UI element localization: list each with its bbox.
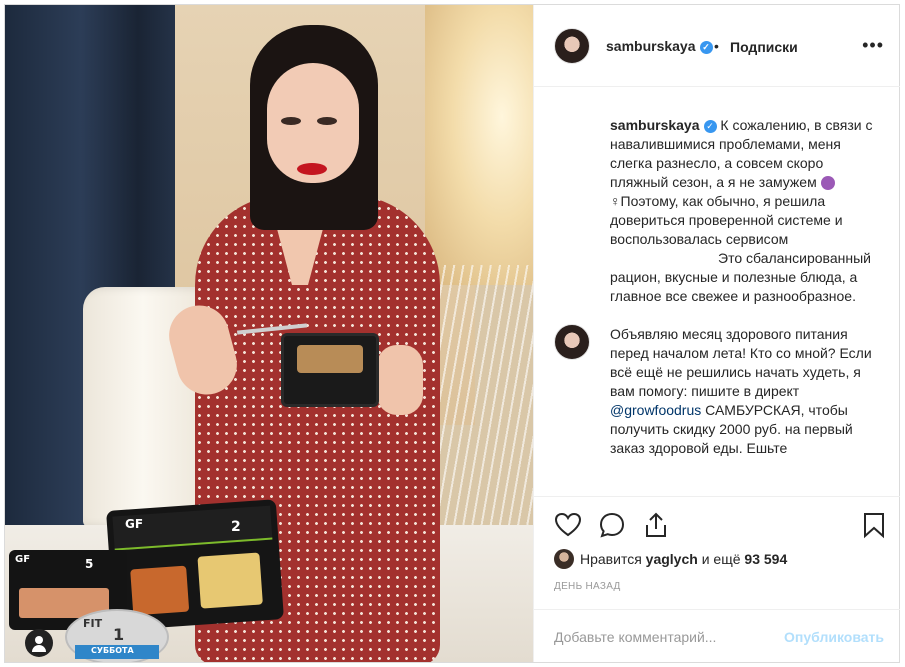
caption-text: Объявляю месяц здорового питания перед н… xyxy=(610,326,872,399)
liker-username[interactable]: yaglych xyxy=(646,551,698,567)
meal-item xyxy=(130,565,190,616)
username-text[interactable]: samburskaya xyxy=(606,38,696,54)
mention-link[interactable]: @growfoodrus xyxy=(610,402,701,418)
cup-brand: FIT xyxy=(83,617,103,630)
cup-number: 1 xyxy=(113,625,125,644)
brand-logo: GF xyxy=(125,517,144,531)
lamp-shade xyxy=(425,5,533,285)
box-number: 5 xyxy=(85,557,94,571)
post-photo[interactable]: GF 2 GF 5 FIT 1 СУББОТА xyxy=(5,5,533,662)
share-icon[interactable] xyxy=(642,511,670,539)
right-arm xyxy=(377,345,423,415)
liker-avatar xyxy=(554,549,574,569)
left-eye xyxy=(281,117,301,125)
post-sidebar: samburskaya ✓ • Подписки ••• samburskaya ✓… xyxy=(533,5,900,662)
verified-badge-icon: ✓ xyxy=(699,40,713,54)
comments-section[interactable]: samburskaya ✓ К сожалению, в связи с нава… xyxy=(534,88,900,496)
caption-username[interactable]: samburskaya xyxy=(610,117,700,133)
following-button[interactable]: Подписки xyxy=(730,39,798,55)
publish-button[interactable]: Опубликовать xyxy=(784,629,884,645)
post-caption: samburskaya ✓ К сожалению, в связи с нава… xyxy=(610,116,882,477)
user-tag-body xyxy=(32,645,46,652)
likes-summary[interactable]: Нравится yaglych и ещё 93 594 xyxy=(554,548,787,570)
cup-day: СУББОТА xyxy=(91,646,134,655)
username-link[interactable]: samburskaya ✓ xyxy=(606,38,713,54)
action-bar xyxy=(534,496,900,556)
right-eye xyxy=(317,117,337,125)
likes-prefix: Нравится xyxy=(580,551,642,567)
add-comment-form: Опубликовать xyxy=(534,609,900,662)
lamp-base xyxy=(435,265,533,535)
bookmark-icon[interactable] xyxy=(860,511,888,539)
post-container: GF 2 GF 5 FIT 1 СУББОТА samburskaya ✓ • П… xyxy=(4,4,900,663)
box-number: 2 xyxy=(231,519,241,535)
brand-logo: GF xyxy=(15,554,31,565)
verified-badge-icon: ✓ xyxy=(703,119,717,133)
woman-shrugging-emoji-icon xyxy=(820,176,835,191)
caption-text: ♀Поэтому, как обычно, я решила доверитьс… xyxy=(610,193,843,247)
likes-count[interactable]: 93 594 xyxy=(744,551,787,567)
post-timestamp[interactable]: ДЕНЬ НАЗАД xyxy=(554,581,621,592)
comment-icon[interactable] xyxy=(598,511,626,539)
more-options-icon[interactable]: ••• xyxy=(862,35,884,56)
user-tag-head xyxy=(35,636,43,644)
meal-item xyxy=(197,552,263,609)
comment-input[interactable] xyxy=(554,626,774,648)
likes-suffix: и ещё xyxy=(701,551,741,567)
avatar[interactable] xyxy=(554,324,590,360)
separator-dot: • xyxy=(714,38,719,54)
tagged-users-icon[interactable] xyxy=(25,629,53,657)
post-header: samburskaya ✓ • Подписки ••• xyxy=(534,5,900,87)
lips xyxy=(297,163,327,175)
caption-text: Это сбалансированный рацион, вкусные и п… xyxy=(610,250,871,304)
tray-food xyxy=(297,345,363,373)
avatar[interactable] xyxy=(554,28,590,64)
heart-icon[interactable] xyxy=(554,511,582,539)
